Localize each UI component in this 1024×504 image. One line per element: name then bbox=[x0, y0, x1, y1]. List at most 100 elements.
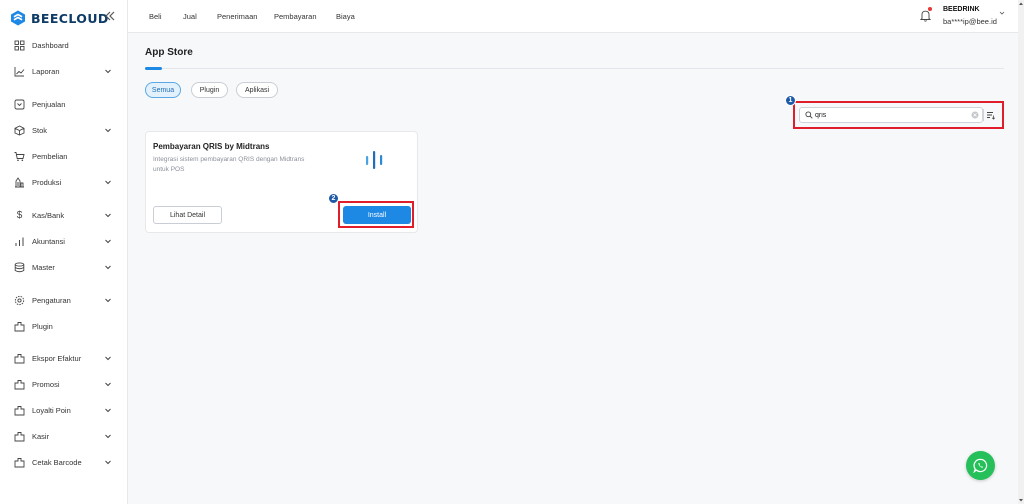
top-menu-jual[interactable]: Jual bbox=[183, 12, 197, 21]
top-menu-pembayaran[interactable]: Pembayaran bbox=[274, 12, 317, 21]
plugin-icon bbox=[14, 379, 25, 390]
search-box bbox=[799, 107, 983, 123]
sidebar-item-cetak-barcode[interactable]: Cetak Barcode bbox=[0, 451, 128, 473]
sidebar-item-label: Akuntansi bbox=[32, 236, 65, 246]
chevron-down-icon bbox=[105, 213, 111, 218]
sidebar-item-label: Stok bbox=[32, 125, 48, 135]
sidebar-item-label: Penjualan bbox=[32, 99, 66, 109]
sidebar-item-label: Laporan bbox=[32, 66, 60, 76]
app-card-title: Pembayaran QRIS by Midtrans bbox=[153, 142, 270, 151]
top-menu-beli[interactable]: Beli bbox=[149, 12, 162, 21]
filter-chip-aplikasi[interactable]: Aplikasi bbox=[236, 82, 278, 98]
grid-icon bbox=[14, 40, 25, 51]
double-chevron-left-icon bbox=[105, 11, 115, 21]
sidebar-item-produksi[interactable]: Produksi bbox=[0, 171, 128, 193]
sidebar-item-promosi[interactable]: Promosi bbox=[0, 373, 128, 395]
sidebar-item-label: Promosi bbox=[32, 379, 60, 389]
sidebar-item-label: Ekspor Efaktur bbox=[32, 353, 82, 363]
step-badge-1: 1 bbox=[785, 95, 796, 106]
sidebar-item-label: Produksi bbox=[32, 177, 62, 187]
title-accent bbox=[145, 67, 162, 70]
chevron-down-icon bbox=[105, 382, 111, 387]
user-email[interactable]: ba****ip@bee.id bbox=[943, 17, 997, 26]
midtrans-logo-icon bbox=[366, 151, 383, 169]
sidebar-item-akuntansi[interactable]: Akuntansi bbox=[0, 230, 128, 252]
divider bbox=[983, 109, 984, 121]
sidebar-item-kas-bank[interactable]: $ Kas/Bank bbox=[0, 204, 128, 226]
sidebar-item-pembelian[interactable]: Pembelian bbox=[0, 145, 128, 167]
sidebar-item-pengaturan[interactable]: Pengaturan bbox=[0, 289, 128, 311]
chevron-down-icon bbox=[105, 298, 111, 303]
sidebar-item-label: Pembelian bbox=[32, 151, 68, 161]
chevron-down-icon bbox=[105, 356, 111, 361]
sidebar: BEECLOUD Dashboard Laporan Penjualan Sto… bbox=[0, 0, 128, 504]
sidebar-item-label: Kasir bbox=[32, 431, 50, 441]
sidebar-item-ekspor-efaktur[interactable]: Ekspor Efaktur bbox=[0, 347, 128, 369]
database-icon bbox=[14, 261, 25, 273]
sidebar-item-label: Loyalti Poin bbox=[32, 405, 71, 415]
factory-icon bbox=[14, 176, 25, 188]
sidebar-item-penjualan[interactable]: Penjualan bbox=[0, 93, 128, 115]
chevron-down-icon bbox=[105, 69, 111, 74]
page-title: App Store bbox=[145, 47, 193, 58]
sidebar-item-stok[interactable]: Stok bbox=[0, 119, 128, 141]
chevron-down-icon bbox=[105, 265, 111, 270]
sidebar-item-loyalti-poin[interactable]: Loyalti Poin bbox=[0, 399, 128, 421]
collapse-sidebar-button[interactable] bbox=[104, 9, 116, 25]
sidebar-item-label: Dashboard bbox=[32, 40, 69, 50]
line-chart-icon bbox=[14, 66, 25, 77]
sidebar-item-label: Pengaturan bbox=[32, 295, 71, 305]
sidebar-item-master[interactable]: Master bbox=[0, 256, 128, 278]
user-name[interactable]: BEEDRINK bbox=[943, 6, 980, 13]
top-bar: Beli Jual Penerimaan Pembayaran Biaya BE… bbox=[128, 0, 1024, 33]
step-badge-2: 2 bbox=[328, 193, 339, 204]
whatsapp-chat-button[interactable] bbox=[966, 451, 995, 480]
divider bbox=[145, 68, 1004, 69]
plugin-icon bbox=[14, 405, 25, 416]
filter-sort-icon[interactable] bbox=[986, 110, 996, 120]
plugin-icon bbox=[14, 353, 25, 364]
top-menu-biaya[interactable]: Biaya bbox=[336, 12, 355, 21]
whatsapp-icon bbox=[973, 458, 988, 473]
scroll-up-arrow-icon[interactable] bbox=[1018, 1, 1024, 7]
invoice-icon bbox=[14, 99, 25, 110]
plugin-icon bbox=[14, 321, 25, 332]
app-card-description: Integrasi sistem pembayaran QRIS dengan … bbox=[153, 156, 305, 173]
bar-chart-icon bbox=[14, 236, 25, 247]
chevron-down-icon bbox=[105, 408, 111, 413]
lihat-detail-button[interactable]: Lihat Detail bbox=[153, 206, 222, 224]
plugin-icon bbox=[14, 457, 25, 468]
filter-chip-plugin[interactable]: Plugin bbox=[191, 82, 228, 98]
search-icon bbox=[805, 111, 813, 119]
sidebar-item-label: Master bbox=[32, 262, 55, 272]
chevron-down-icon bbox=[105, 239, 111, 244]
chevron-down-icon bbox=[105, 180, 111, 185]
box-icon bbox=[14, 124, 25, 136]
highlight-box-install bbox=[338, 201, 414, 228]
search-input[interactable] bbox=[815, 109, 965, 121]
sidebar-item-laporan[interactable]: Laporan bbox=[0, 60, 128, 82]
dollar-icon: $ bbox=[16, 209, 23, 221]
plugin-icon bbox=[14, 431, 25, 442]
sidebar-item-label: Kas/Bank bbox=[32, 210, 65, 220]
scrollbar[interactable] bbox=[1018, 0, 1024, 504]
beecloud-logo-icon bbox=[11, 10, 25, 26]
chevron-down-icon bbox=[105, 434, 111, 439]
sidebar-item-kasir[interactable]: Kasir bbox=[0, 425, 128, 447]
cart-icon bbox=[14, 151, 25, 162]
clear-icon[interactable] bbox=[971, 111, 979, 119]
chevron-down-icon bbox=[105, 460, 111, 465]
sidebar-item-dashboard[interactable]: Dashboard bbox=[0, 34, 128, 56]
top-menu-penerimaan[interactable]: Penerimaan bbox=[217, 12, 257, 21]
notification-dot bbox=[928, 7, 932, 11]
chevron-down-icon[interactable] bbox=[999, 10, 1005, 16]
sidebar-item-label: Plugin bbox=[32, 321, 53, 331]
chevron-down-icon bbox=[105, 128, 111, 133]
brand-logo[interactable]: BEECLOUD bbox=[10, 9, 109, 27]
sidebar-item-plugin[interactable]: Plugin bbox=[0, 315, 128, 337]
sidebar-item-label: Cetak Barcode bbox=[32, 457, 82, 467]
scroll-down-arrow-icon[interactable] bbox=[1018, 497, 1024, 503]
brand-name: BEECLOUD bbox=[31, 10, 109, 26]
gear-icon bbox=[14, 295, 25, 306]
filter-chip-semua[interactable]: Semua bbox=[145, 82, 181, 98]
